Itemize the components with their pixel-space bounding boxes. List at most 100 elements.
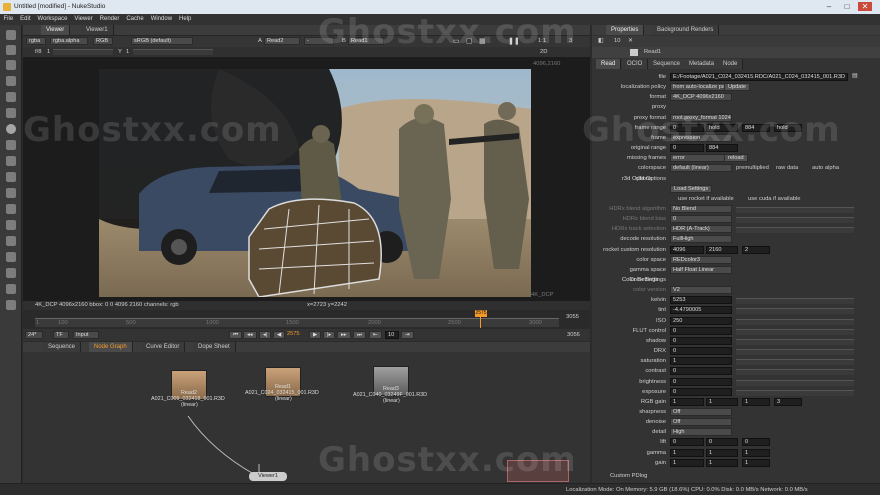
tab-background-renders[interactable]: Background Renders [652,25,720,35]
prop-slider[interactable] [736,217,854,224]
layer-dropdown[interactable]: rgba.alpha [50,37,88,45]
prop-value[interactable]: 1 [670,458,704,467]
fps-dropdown[interactable]: 24* [25,331,43,339]
prop-slider[interactable] [736,308,854,315]
prop-slider[interactable] [736,359,854,366]
time-tool-icon[interactable] [6,92,16,102]
prop-value[interactable]: No Blend [670,204,732,213]
paint-tool-icon[interactable] [6,45,16,55]
prop-value[interactable]: 1 [670,448,704,457]
playhead[interactable]: 2575 [475,310,487,317]
viewer-canvas[interactable]: 4096,2160 4K_DCP [23,57,590,301]
prop-value-2[interactable]: 1 [706,448,738,457]
prop-value[interactable]: 4K_DCP 4096x2160 [670,93,732,102]
prop-button[interactable]: reload [724,154,748,163]
folder-icon[interactable]: ▤ [852,73,857,79]
menu-window[interactable]: Window [147,14,175,24]
prop-value-3[interactable]: 2 [742,245,770,254]
channels-dropdown[interactable]: rgba [26,37,46,45]
close-button[interactable]: ✕ [858,2,872,11]
prop-value[interactable]: 4096 [670,245,704,254]
prop-slider[interactable] [736,227,854,234]
prop-slider[interactable] [736,206,854,213]
prop-value[interactable]: Off [670,418,732,427]
timeline[interactable]: 1 100 500 1000 1500 2000 2500 3000 3055 … [23,310,590,329]
input-a-dropdown[interactable]: Read2 [264,37,300,45]
prop-value[interactable]: 250 [670,316,732,325]
gamma-slider[interactable] [133,49,213,55]
menu-file[interactable]: File [0,14,17,24]
input-range-dropdown[interactable]: Input [73,331,99,339]
channel-tool-icon[interactable] [6,108,16,118]
prop-slider[interactable] [736,389,854,396]
menu-viewer[interactable]: Viewer [71,14,96,24]
viewer1-node[interactable]: Viewer1 [249,472,287,481]
node-name-field[interactable]: Read1 [644,49,661,55]
prop-value[interactable]: 1 [670,397,704,406]
skip-forward-button[interactable]: ⇥ [401,331,414,339]
minimize-button[interactable]: – [822,2,836,11]
image-tool-icon[interactable] [6,60,16,70]
colorspace-dropdown[interactable]: RGB [93,37,113,45]
toolsets-tool-icon[interactable] [6,284,16,294]
next-key-button[interactable]: ▸▸ [337,331,351,339]
prop-slider[interactable] [736,318,854,325]
prop-value-3[interactable]: 0 [742,438,770,447]
gain-value[interactable]: 1 [47,49,50,55]
prop-value-3[interactable]: 1 [742,458,770,467]
tab-read[interactable]: Read [596,59,622,69]
prop-slider[interactable] [736,298,854,305]
prop-value-2[interactable]: 1 [706,458,738,467]
tab-sequence-props[interactable]: Sequence [648,59,687,69]
prop-slider[interactable] [736,369,854,376]
merge-tool-icon[interactable] [6,172,16,182]
tab-sequence[interactable]: Sequence [43,342,82,352]
tab-viewer1[interactable]: Viewer1 [81,25,114,35]
gamma-value[interactable]: 1 [126,49,129,55]
prop-value[interactable]: 1 [670,357,732,366]
next-frame-button[interactable]: |▸ [323,331,336,339]
tab-node[interactable]: Node [718,59,744,69]
prop-value-3[interactable]: 1 [742,448,770,457]
prop-value-2[interactable]: 2160 [706,245,738,254]
prop-value[interactable]: from auto-localize path [670,83,732,92]
prop-value[interactable]: error [670,154,732,163]
menu-workspace[interactable]: Workspace [34,14,71,24]
prop-value-4[interactable]: 3 [774,397,802,406]
prop-value[interactable]: 5253 [670,296,732,305]
prop-checkbox[interactable]: use rocket if available [678,196,734,202]
draw-tool-icon[interactable] [6,76,16,86]
prop-value[interactable]: Half Float Linear [670,265,732,274]
prop-value[interactable]: V2 [670,286,732,295]
frame-field[interactable]: 2575 [285,331,307,339]
tab-dope-sheet[interactable]: Dope Sheet [193,342,236,352]
other-tool-icon[interactable] [6,300,16,310]
play-button[interactable]: ▶ [309,331,322,339]
tab-metadata[interactable]: Metadata [684,59,721,69]
play-back-button[interactable]: ◀ [273,331,286,339]
last-frame-button[interactable]: ⏭ [353,331,367,339]
prop-value[interactable]: E:/Footage/A021_C024_032415.RDC/A021_C02… [670,73,848,81]
menu-help[interactable]: Help [176,14,195,24]
menu-edit[interactable]: Edit [17,14,34,24]
gain-slider[interactable] [53,49,113,55]
prop-value[interactable]: -4.4790005 [670,306,732,315]
transform-tool-icon[interactable] [6,188,16,198]
tab-viewer[interactable]: Viewer [41,25,71,35]
prop-value[interactable]: 0 [670,387,732,396]
prop-button[interactable]: Load Settings [670,184,713,193]
prop-value-2[interactable]: 0 [706,438,738,447]
prop-value[interactable]: 0 [670,367,732,376]
prop-slider[interactable] [736,349,854,356]
clear-panels-icon[interactable]: ✕ [628,38,633,44]
custom-pdlog-toggle[interactable]: Custom PDlog [610,473,647,479]
color-tool-icon[interactable] [6,124,16,134]
menu-render[interactable]: Render [96,14,123,24]
prop-value[interactable]: 0 [670,347,732,356]
metadata-tool-icon[interactable] [6,268,16,278]
deep-tool-icon[interactable] [6,236,16,246]
lock-icon[interactable]: ◧ [598,38,603,44]
max-panels-field[interactable]: 10 [614,38,620,44]
filter-tool-icon[interactable] [6,140,16,150]
prop-checkbox[interactable]: auto alpha [812,165,839,171]
